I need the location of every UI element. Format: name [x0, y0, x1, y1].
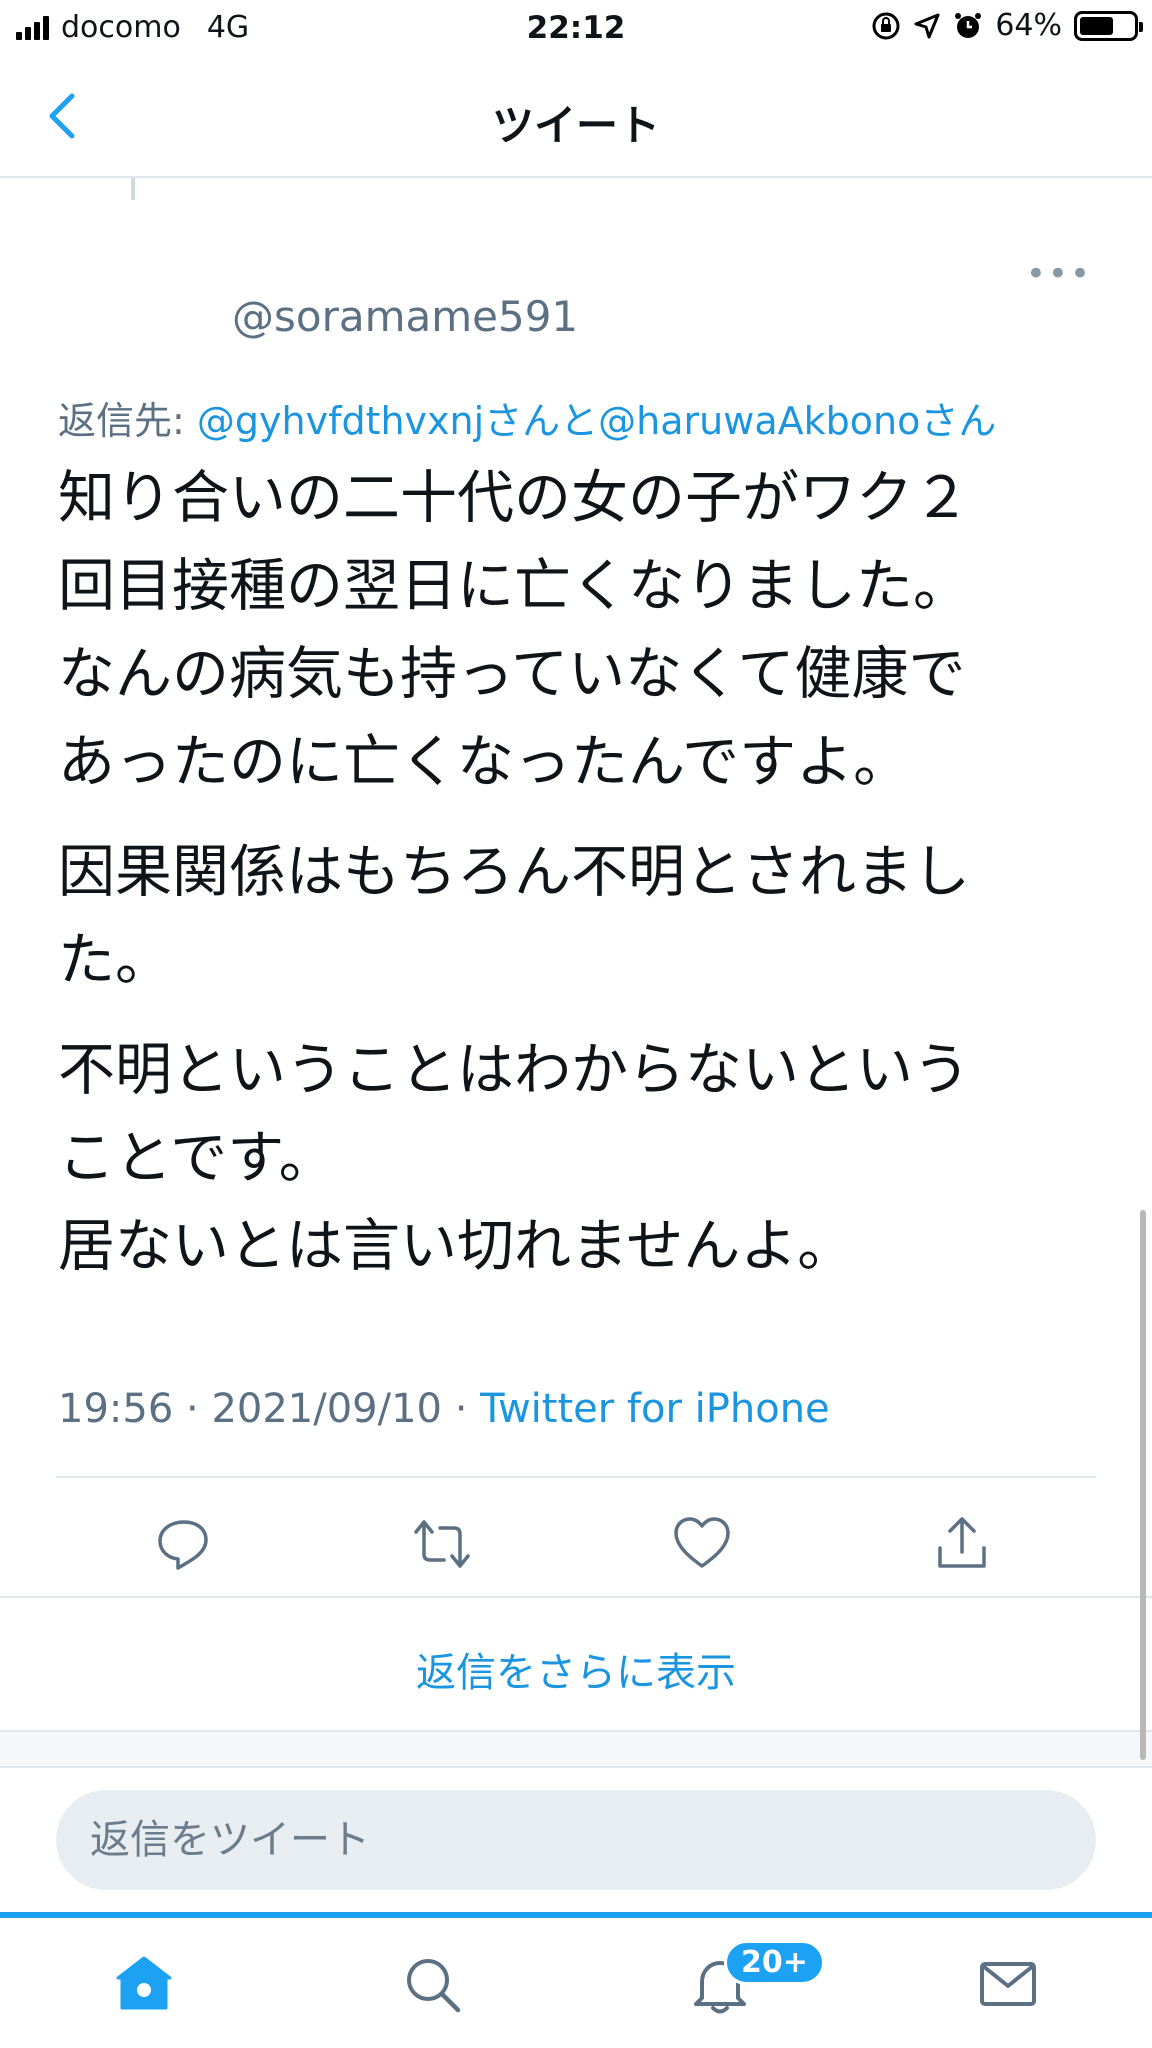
author-handle[interactable]: @soramame591 [232, 292, 578, 341]
tweet-paragraph: 不明ということはわからないという ことです。 居ないとは言い切れませんよ。 [58, 1026, 1098, 1290]
tweet-time: 19:56 [58, 1386, 174, 1432]
status-bar: docomo 4G 22:12 64% [0, 0, 1152, 58]
meta-separator: · [173, 1386, 212, 1432]
show-more-replies-link[interactable]: 返信をさらに表示 [0, 1640, 1152, 1698]
thread-line [131, 178, 135, 200]
share-icon[interactable] [932, 1514, 992, 1574]
battery-icon [1074, 10, 1143, 41]
divider [0, 1596, 1152, 1598]
page-title: ツイート [491, 101, 660, 150]
section-separator [0, 1730, 1152, 1768]
tweet-line: 回目接種の翌日に亡くなりました。 [58, 553, 970, 619]
messages-envelope-icon[interactable] [976, 1952, 1040, 2016]
more-options-icon[interactable]: ••• [1026, 254, 1092, 294]
tweet-source-link[interactable]: Twitter for iPhone [480, 1386, 830, 1432]
reply-prefix: 返信先: [58, 399, 197, 443]
bottom-tab-bar: 20+ [0, 1912, 1152, 2048]
tweet-line: 因果関係はもちろん不明とされまし [58, 839, 970, 905]
alarm-icon [955, 12, 982, 38]
home-icon[interactable] [112, 1952, 176, 2016]
tweet-line: あったのに亡くなったんですよ。 [58, 729, 911, 795]
tweet-line: 不明ということはわからないという [58, 1037, 970, 1103]
retweet-icon[interactable] [412, 1514, 472, 1574]
tweet-date: 2021/09/10 [211, 1386, 442, 1432]
reply-to-line: 返信先: @gyhvfdthvxnjさんと@haruwaAkbonoさん [58, 390, 996, 445]
tweet-paragraph: 因果関係はもちろん不明とされまし た。 [58, 828, 1098, 1004]
reply-input[interactable] [56, 1790, 1096, 1890]
location-icon [914, 13, 940, 38]
orientation-lock-icon [872, 12, 900, 39]
battery-percent: 64% [995, 8, 1062, 43]
tweet-actions [56, 1500, 1096, 1590]
tweet-line: 居ないとは言い切れませんよ。 [58, 1213, 855, 1279]
status-right: 64% [871, 8, 1143, 43]
search-icon[interactable] [400, 1952, 464, 2016]
meta-separator: · [441, 1386, 481, 1432]
nav-header: ツイート [0, 58, 1152, 178]
divider [56, 1476, 1096, 1478]
tweet-meta: 19:56 · 2021/09/10 · Twitter for iPhone [58, 1386, 830, 1432]
reply-target-links[interactable]: @gyhvfdthvxnjさんと@haruwaAkbonoさん [197, 399, 996, 443]
notification-count-badge: 20+ [724, 1940, 825, 1985]
tweet-line: ことです。 [58, 1125, 336, 1191]
reply-composer[interactable] [56, 1790, 1096, 1890]
tweet-line: なんの病気も持っていなくて健康で [58, 641, 966, 707]
tweet-text: 知り合いの二十代の女の子がワク２ 回目接種の翌日に亡くなりました。 なんの病気も… [58, 454, 1098, 1312]
tweet-paragraph: 知り合いの二十代の女の子がワク２ 回目接種の翌日に亡くなりました。 なんの病気も… [58, 454, 1098, 806]
tweet-line: た。 [58, 927, 172, 993]
like-heart-icon[interactable] [672, 1514, 732, 1574]
reply-icon[interactable] [154, 1514, 214, 1574]
scrollbar[interactable] [1140, 1210, 1146, 1760]
tweet-line: 知り合いの二十代の女の子がワク２ [58, 465, 970, 531]
